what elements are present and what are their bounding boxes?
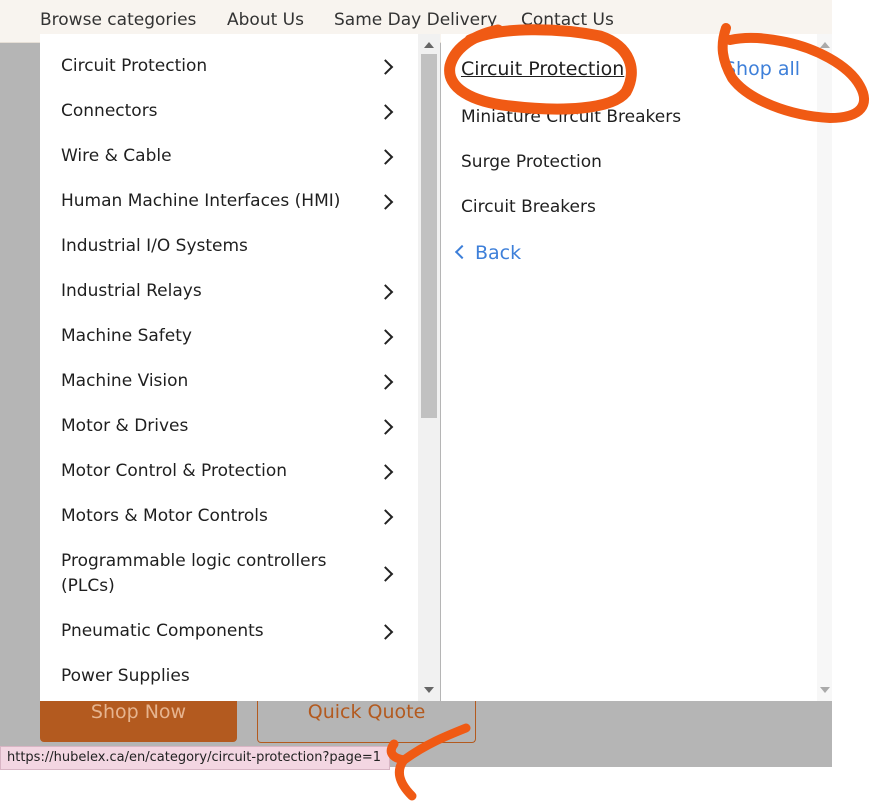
category-item-machine-vision[interactable]: Machine Vision [61, 369, 401, 394]
scrollbar-thumb[interactable] [421, 54, 437, 418]
subcategory-title-link[interactable]: Circuit Protection [461, 58, 624, 80]
category-item-wire-cable[interactable]: Wire & Cable [61, 144, 401, 169]
category-item-hmi[interactable]: Human Machine Interfaces (HMI) [61, 189, 401, 214]
nav-browse-categories[interactable]: Browse categories [40, 10, 196, 30]
subcategory-panel: Circuit Protection Shop all Miniature Ci… [441, 34, 817, 701]
category-item-power-supplies[interactable]: Power Supplies [61, 664, 401, 689]
chevron-right-icon [377, 623, 394, 640]
shop-all-link[interactable]: Shop all [724, 58, 800, 80]
chevron-right-icon [377, 148, 394, 165]
status-bar-url: https://hubelex.ca/en/category/circuit-p… [0, 746, 391, 770]
category-label: Circuit Protection [61, 56, 208, 76]
nav-about-us[interactable]: About Us [227, 10, 304, 30]
chevron-left-icon [454, 244, 470, 260]
category-label: Motors & Motor Controls [61, 506, 268, 526]
category-label: Machine Safety [61, 326, 192, 346]
scroll-down-arrow-icon[interactable] [820, 687, 830, 693]
category-label: Power Supplies [61, 666, 190, 686]
category-label: Pneumatic Components [61, 621, 264, 641]
chevron-right-icon [377, 283, 394, 300]
category-item-motor-drives[interactable]: Motor & Drives [61, 414, 401, 439]
category-item-circuit-protection[interactable]: Circuit Protection [61, 54, 401, 79]
category-label: Connectors [61, 101, 158, 121]
scroll-up-arrow-icon[interactable] [820, 42, 830, 48]
category-item-machine-safety[interactable]: Machine Safety [61, 324, 401, 349]
nav-contact-us[interactable]: Contact Us [521, 10, 614, 30]
chevron-right-icon [377, 566, 394, 582]
nav-same-day-delivery[interactable]: Same Day Delivery [334, 10, 497, 30]
category-menu-scrollbar[interactable] [418, 34, 440, 701]
category-item-motor-control-protection[interactable]: Motor Control & Protection [61, 459, 401, 484]
chevron-right-icon [377, 463, 394, 480]
scroll-up-arrow-icon[interactable] [424, 42, 434, 48]
scroll-down-arrow-icon[interactable] [424, 687, 434, 693]
category-item-industrial-io-systems[interactable]: Industrial I/O Systems [61, 234, 401, 259]
category-label: Human Machine Interfaces (HMI) [61, 191, 341, 211]
chevron-right-icon [377, 508, 394, 525]
chevron-right-icon [377, 373, 394, 390]
category-menu: Circuit Protection Connectors Wire & Cab… [40, 34, 418, 701]
category-label: Wire & Cable [61, 146, 172, 166]
back-button[interactable]: Back [454, 242, 522, 264]
category-item-pneumatic-components[interactable]: Pneumatic Components [61, 619, 401, 644]
category-item-plcs[interactable]: Programmable logic controllers (PLCs) [61, 549, 401, 599]
category-label: Machine Vision [61, 371, 189, 391]
category-item-industrial-relays[interactable]: Industrial Relays [61, 279, 401, 304]
chevron-right-icon [377, 328, 394, 345]
subcategory-item-surge-protection[interactable]: Surge Protection [461, 152, 602, 172]
category-label: Motor Control & Protection [61, 461, 288, 481]
category-label: Industrial Relays [61, 281, 202, 301]
chevron-right-icon [377, 418, 394, 435]
category-item-connectors[interactable]: Connectors [61, 99, 401, 124]
subcategory-item-circuit-breakers[interactable]: Circuit Breakers [461, 197, 596, 217]
category-label: Motor & Drives [61, 416, 189, 436]
category-item-motors-motor-controls[interactable]: Motors & Motor Controls [61, 504, 401, 529]
chevron-right-icon [377, 193, 394, 210]
subcategory-item-miniature-circuit-breakers[interactable]: Miniature Circuit Breakers [461, 107, 681, 127]
category-label: Programmable logic controllers (PLCs) [61, 551, 327, 596]
category-label: Industrial I/O Systems [61, 236, 248, 256]
chevron-right-icon [377, 103, 394, 120]
subcategory-scrollbar[interactable] [817, 34, 832, 701]
chevron-right-icon [377, 58, 394, 75]
back-label: Back [475, 242, 522, 264]
